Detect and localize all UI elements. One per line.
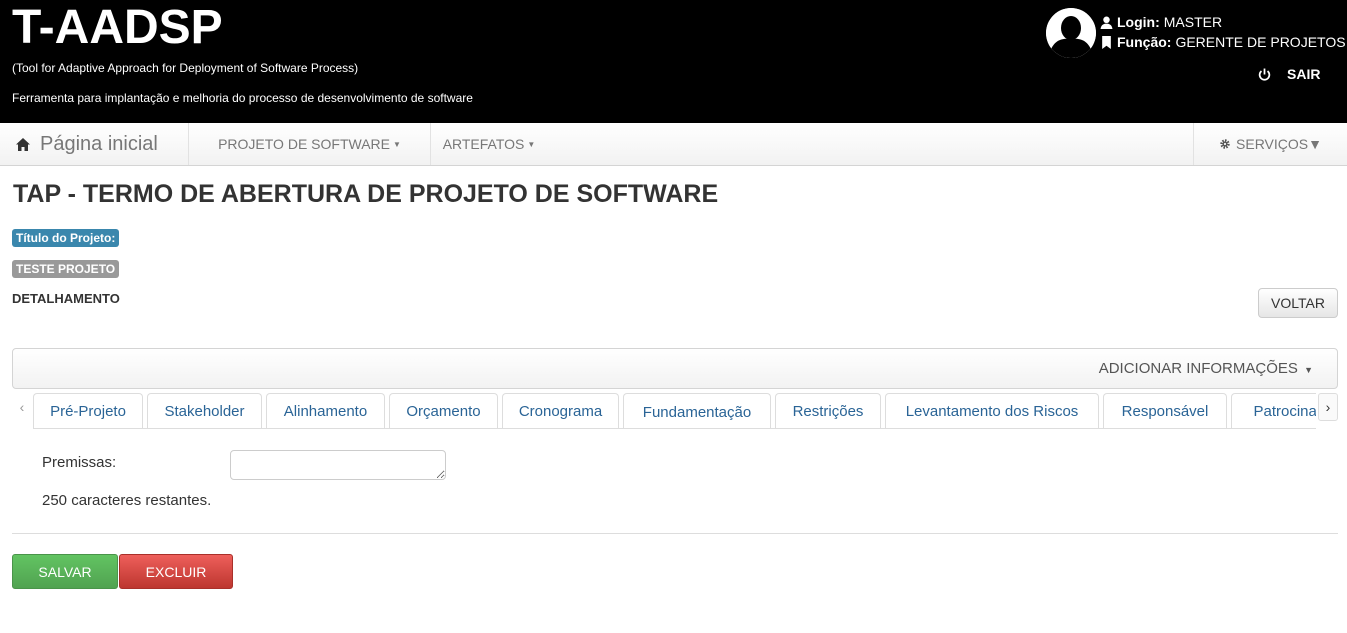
add-info-bar: ADICIONAR INFORMAÇÕES ▼ bbox=[12, 348, 1338, 389]
gear-icon bbox=[1220, 139, 1230, 149]
login-value: MASTER bbox=[1163, 14, 1223, 30]
nav-home-link[interactable]: Página inicial bbox=[0, 123, 189, 165]
caret-down-icon: ▼ bbox=[1304, 365, 1313, 375]
tab-fundamentacao[interactable]: Fundamentação bbox=[623, 393, 771, 428]
caret-down-icon: ▼ bbox=[527, 139, 536, 149]
app-title: T-AADSP bbox=[12, 1, 223, 54]
logout-button[interactable]: SAIR bbox=[1258, 66, 1320, 82]
tab-strip: ‹ Pré-Projeto Stakeholder Alinhamento Or… bbox=[12, 393, 1338, 429]
tab-label: Fundamentação bbox=[642, 403, 752, 421]
project-title-value: TESTE PROJETO bbox=[12, 260, 120, 278]
nav-item-artefatos[interactable]: ARTEFATOS ▼ bbox=[431, 123, 547, 165]
tab-orcamento[interactable]: Orçamento bbox=[389, 393, 498, 428]
nav-item-label: ARTEFATOS bbox=[442, 136, 525, 152]
tabs: Pré-Projeto Stakeholder Alinhamento Orça… bbox=[33, 393, 1316, 428]
chevron-right-icon[interactable]: › bbox=[1318, 393, 1338, 421]
tab-label: Responsável bbox=[1121, 403, 1209, 420]
logout-label: SAIR bbox=[1287, 66, 1321, 82]
back-button[interactable]: VOLTAR bbox=[1258, 288, 1338, 318]
tab-label: Stakeholder bbox=[164, 403, 245, 420]
tab-stakeholder[interactable]: Stakeholder bbox=[147, 393, 262, 428]
project-title-label: Título do Projeto: bbox=[12, 229, 120, 247]
app-header: T-AADSP (Tool for Adaptive Approach for … bbox=[0, 0, 1347, 123]
tabs-viewport: Pré-Projeto Stakeholder Alinhamento Orça… bbox=[33, 393, 1316, 429]
add-info-label: ADICIONAR INFORMAÇÕES bbox=[1098, 360, 1298, 377]
nav-item-projeto-software[interactable]: PROJETO DE SOFTWARE ▼ bbox=[189, 123, 431, 165]
caret-down-icon: ▼ bbox=[1308, 136, 1322, 152]
role-value: GERENTE DE PROJETOS bbox=[1175, 34, 1346, 50]
role-row: Função: GERENTE DE PROJETOS bbox=[1100, 32, 1346, 52]
tab-levantamento-riscos[interactable]: Levantamento dos Riscos bbox=[885, 393, 1099, 428]
home-icon bbox=[16, 137, 30, 151]
tab-pre-projeto[interactable]: Pré-Projeto bbox=[33, 393, 143, 428]
app-subtitle-pt: Ferramenta para implantação e melhoria d… bbox=[12, 91, 473, 105]
nav-item-servicos[interactable]: SERVIÇOS ▼ bbox=[1193, 123, 1347, 165]
user-avatar-icon bbox=[1046, 8, 1096, 58]
caret-down-icon: ▼ bbox=[392, 139, 401, 149]
tab-label: Patrocinador bbox=[1253, 403, 1316, 420]
delete-button[interactable]: EXCLUIR bbox=[119, 554, 233, 589]
bookmark-icon bbox=[1102, 35, 1111, 49]
user-icon bbox=[1100, 16, 1113, 29]
app-subtitle-en: (Tool for Adaptive Approach for Deployme… bbox=[12, 61, 359, 75]
tab-label: Levantamento dos Riscos bbox=[905, 403, 1079, 420]
nav-home-label: Página inicial bbox=[40, 132, 158, 155]
power-icon bbox=[1258, 68, 1271, 81]
nav-item-label: PROJETO DE SOFTWARE bbox=[218, 136, 390, 152]
tab-patrocinador[interactable]: Patrocinador bbox=[1231, 393, 1316, 428]
chevron-left-icon[interactable]: ‹ bbox=[12, 393, 32, 421]
remaining-chars-text: 250 caracteres restantes. bbox=[42, 492, 212, 509]
login-row: Login: MASTER bbox=[1100, 12, 1346, 32]
section-heading: DETALHAMENTO bbox=[12, 291, 120, 306]
save-button[interactable]: SALVAR bbox=[12, 554, 118, 589]
tab-label: Restrições bbox=[792, 403, 864, 420]
tab-restricoes[interactable]: Restrições bbox=[775, 393, 881, 428]
add-info-dropdown[interactable]: ADICIONAR INFORMAÇÕES ▼ bbox=[1099, 360, 1313, 377]
nav-item-label: SERVIÇOS bbox=[1236, 136, 1309, 152]
tab-label: Pré-Projeto bbox=[50, 403, 126, 420]
page-title: TAP - TERMO DE ABERTURA DE PROJETO DE SO… bbox=[13, 180, 719, 208]
tab-label: Orçamento bbox=[406, 403, 481, 420]
premissas-field[interactable] bbox=[230, 450, 446, 480]
login-label: Login: bbox=[1117, 14, 1160, 30]
premissas-label: Premissas: bbox=[42, 454, 117, 471]
main-navbar: Página inicial PROJETO DE SOFTWARE ▼ ART… bbox=[0, 123, 1347, 166]
tab-cronograma[interactable]: Cronograma bbox=[502, 393, 619, 428]
tab-label: Cronograma bbox=[518, 403, 603, 420]
divider bbox=[12, 533, 1338, 534]
tab-label: Alinhamento bbox=[283, 403, 368, 420]
role-label: Função: bbox=[1117, 34, 1172, 50]
tab-responsavel[interactable]: Responsável bbox=[1103, 393, 1227, 428]
user-info: Login: MASTER Função: GERENTE DE PROJETO… bbox=[1100, 12, 1346, 52]
tab-alinhamento[interactable]: Alinhamento bbox=[266, 393, 385, 428]
